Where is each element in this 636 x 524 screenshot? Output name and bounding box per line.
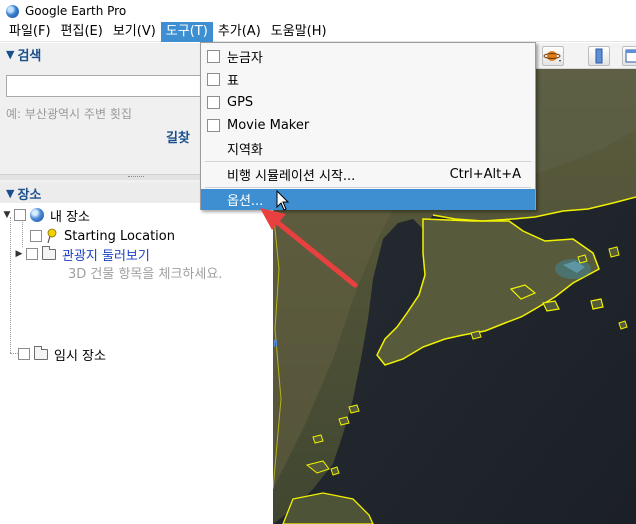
menu-item-label: 표 [227,74,239,89]
tree-item-hint: 3D 건물 항목을 체크하세요. [68,266,223,282]
menu-help[interactable]: 도움말(H) [266,22,332,42]
grip-icon [128,176,144,178]
menu-item-gps[interactable]: GPS [201,91,535,114]
checkbox[interactable] [30,230,42,242]
menu-item-ruler[interactable]: 눈금자 [201,45,535,68]
globe-icon [30,208,44,222]
menu-item-label: 눈금자 [227,51,263,66]
menu-tools[interactable]: 도구(T) [160,21,213,42]
menu-item-movie-maker[interactable]: Movie Maker [201,114,535,137]
menu-item-shortcut: Ctrl+Alt+A [449,167,521,182]
tree-item-label: 내 장소 [50,209,91,225]
checkbox[interactable] [207,96,220,109]
search-header-label: 검색 [17,48,42,64]
tree-item-label: 임시 장소 [54,348,106,364]
menu-item-label: GPS [227,95,254,110]
menu-item-flight-simulator[interactable]: 비행 시뮬레이션 시작... Ctrl+Alt+A [201,163,535,186]
menu-bar: 파일(F) 편집(E) 보기(V) 도구(T) 추가(A) 도움말(H) [0,21,636,42]
menu-view[interactable]: 보기(V) [108,22,161,42]
menu-item-label: 지역화 [227,143,263,158]
menu-separator [205,187,531,188]
tree-item-label: Starting Location [64,228,175,244]
search-hint: 예: 부산광역시 주변 횟집 [6,107,132,121]
folder-icon [42,245,56,260]
directions-link[interactable]: 길찾 [166,127,190,146]
collapse-triangle-icon[interactable]: ▼ [6,48,14,61]
toolbar [536,43,636,69]
mouse-cursor-icon [276,190,290,211]
menu-item-localization[interactable]: 지역화 [201,137,535,160]
menu-edit[interactable]: 편집(E) [56,22,108,42]
tree-item-temporary-places[interactable]: 임시 장소 [18,345,106,364]
tree-item-label: 관광지 둘러보기 [62,248,150,264]
checkbox[interactable] [207,73,220,86]
checkbox[interactable] [207,119,220,132]
places-header-label: 장소 [17,187,42,203]
menu-item-label: Movie Maker [227,118,310,133]
tree-item-my-places[interactable]: ▼ 내 장소 [2,206,91,225]
checkbox[interactable] [14,209,26,221]
title-bar: Google Earth Pro [0,0,636,22]
tools-menu-dropdown: 눈금자 표 GPS Movie Maker 지역화 비행 시뮬레이션 시작...… [200,42,536,210]
tree-item-tour-folder[interactable]: ▶ 관광지 둘러보기 [14,245,150,264]
menu-item-options[interactable]: 옵션... [201,189,535,210]
menu-add[interactable]: 추가(A) [213,22,266,42]
google-earth-icon [6,4,19,18]
window-icon[interactable] [622,46,636,66]
menu-item-label: 비행 시뮬레이션 시작... [227,169,356,184]
checkbox[interactable] [207,50,220,63]
menu-item-table[interactable]: 표 [201,68,535,91]
planet-icon[interactable] [542,46,564,66]
svg-text:Ⅱ: Ⅱ [273,339,278,350]
expand-triangle-icon[interactable]: ▼ [2,210,12,220]
sidebar-icon[interactable] [588,46,610,66]
window-title: Google Earth Pro [25,4,127,18]
checkbox[interactable] [18,348,30,360]
menu-separator [205,161,531,162]
places-tree: ▼ 내 장소 Starting Location ▶ 관광지 둘러보기 3D 건… [0,203,272,524]
tree-item-starting-location[interactable]: Starting Location [30,227,175,245]
expand-triangle-icon[interactable]: ▶ [14,249,24,259]
pushpin-icon [47,228,57,244]
menu-file[interactable]: 파일(F) [4,22,56,42]
menu-item-label: 옵션... [227,194,264,209]
tree-line [10,217,11,353]
collapse-triangle-icon[interactable]: ▼ [6,187,14,200]
checkbox[interactable] [26,248,38,260]
folder-icon [34,345,48,360]
